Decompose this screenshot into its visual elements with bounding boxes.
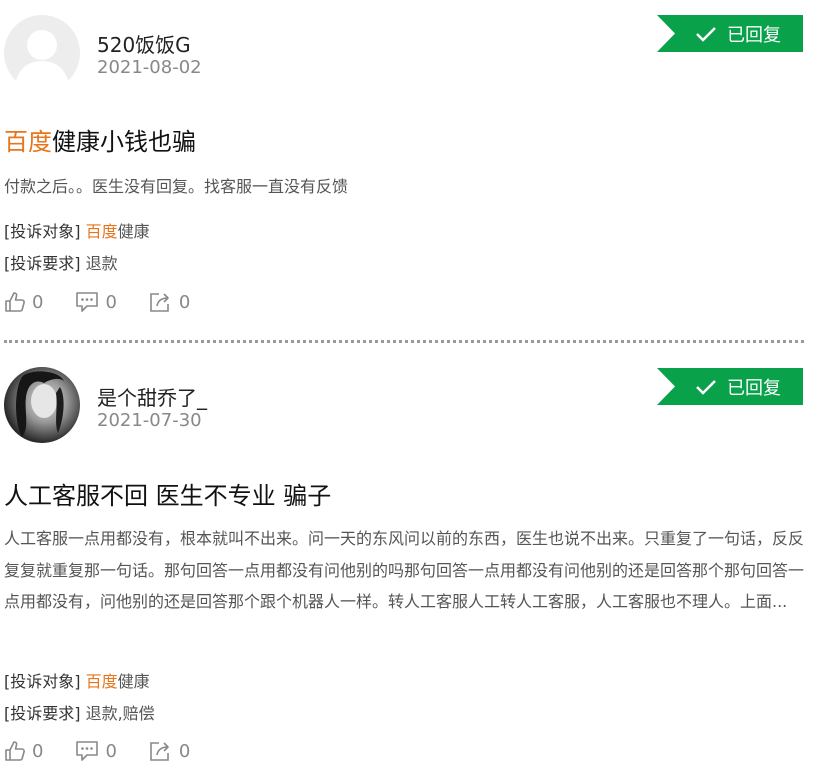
check-icon (696, 27, 716, 42)
post-date: 2021-08-02 (97, 57, 202, 78)
comment-count: 0 (105, 740, 117, 762)
like-button[interactable]: 0 (4, 291, 43, 313)
target-label: [投诉对象] (4, 672, 81, 691)
avatar[interactable] (4, 367, 80, 443)
divider (4, 340, 804, 343)
demand-value: 退款,赔偿 (85, 704, 155, 723)
share-count: 0 (178, 740, 191, 762)
post-date: 2021-07-30 (97, 410, 202, 431)
title-text: 健康小钱也骗 (52, 128, 196, 156)
share-icon (150, 742, 169, 761)
like-count: 0 (32, 291, 44, 313)
title-text: 人工客服不回 医生不专业 骗子 (4, 482, 332, 510)
demand-value: 退款 (85, 254, 118, 273)
username[interactable]: 是个甜乔了_ (97, 382, 207, 411)
comment-icon (76, 292, 99, 312)
target-brand[interactable]: 百度 (86, 672, 118, 691)
complaint-title[interactable]: 百度健康小钱也骗 (4, 122, 196, 157)
target-brand[interactable]: 百度 (86, 222, 118, 241)
comment-button[interactable]: 0 (75, 740, 117, 762)
target-rest[interactable]: 健康 (118, 222, 150, 241)
like-count: 0 (32, 740, 44, 762)
complaint-demand: [投诉要求] 退款 (4, 250, 118, 274)
complaint-body: 付款之后。。医生没有回复。找客服一直没有反馈 (4, 177, 349, 196)
complaint-target: [投诉对象] 百度健康 (4, 668, 150, 692)
complaint-target: [投诉对象] 百度健康 (4, 218, 150, 242)
complaint-body: 人工客服一点用都没有，根本就叫不出来。问一天的东风问以前的东西，医生也说不出来。… (4, 529, 805, 611)
share-count: 0 (178, 291, 191, 313)
like-button[interactable]: 0 (4, 740, 43, 762)
share-button[interactable]: 0 (149, 291, 190, 313)
action-bar: 0 0 0 (4, 290, 222, 314)
comment-button[interactable]: 0 (75, 291, 117, 313)
comment-count: 0 (105, 291, 117, 313)
share-button[interactable]: 0 (149, 740, 190, 762)
status-badge: 已回复 (657, 368, 803, 405)
complaint-title[interactable]: 人工客服不回 医生不专业 骗子 (4, 476, 331, 511)
check-icon (696, 380, 716, 395)
complaint-demand: [投诉要求] 退款,赔偿 (4, 700, 155, 724)
avatar[interactable] (4, 15, 80, 91)
status-text: 已回复 (727, 377, 781, 399)
target-label: [投诉对象] (4, 222, 81, 241)
title-brand: 百度 (4, 128, 52, 156)
thumbs-up-icon (5, 292, 25, 312)
share-icon (150, 293, 169, 312)
status-text: 已回复 (727, 24, 781, 46)
target-rest[interactable]: 健康 (118, 672, 150, 691)
comment-icon (76, 741, 99, 761)
demand-label: [投诉要求] (4, 254, 81, 273)
username[interactable]: 520饭饭G (97, 29, 191, 58)
demand-label: [投诉要求] (4, 704, 81, 723)
action-bar: 0 0 0 (4, 739, 222, 763)
thumbs-up-icon (5, 741, 25, 761)
status-badge: 已回复 (657, 15, 803, 52)
